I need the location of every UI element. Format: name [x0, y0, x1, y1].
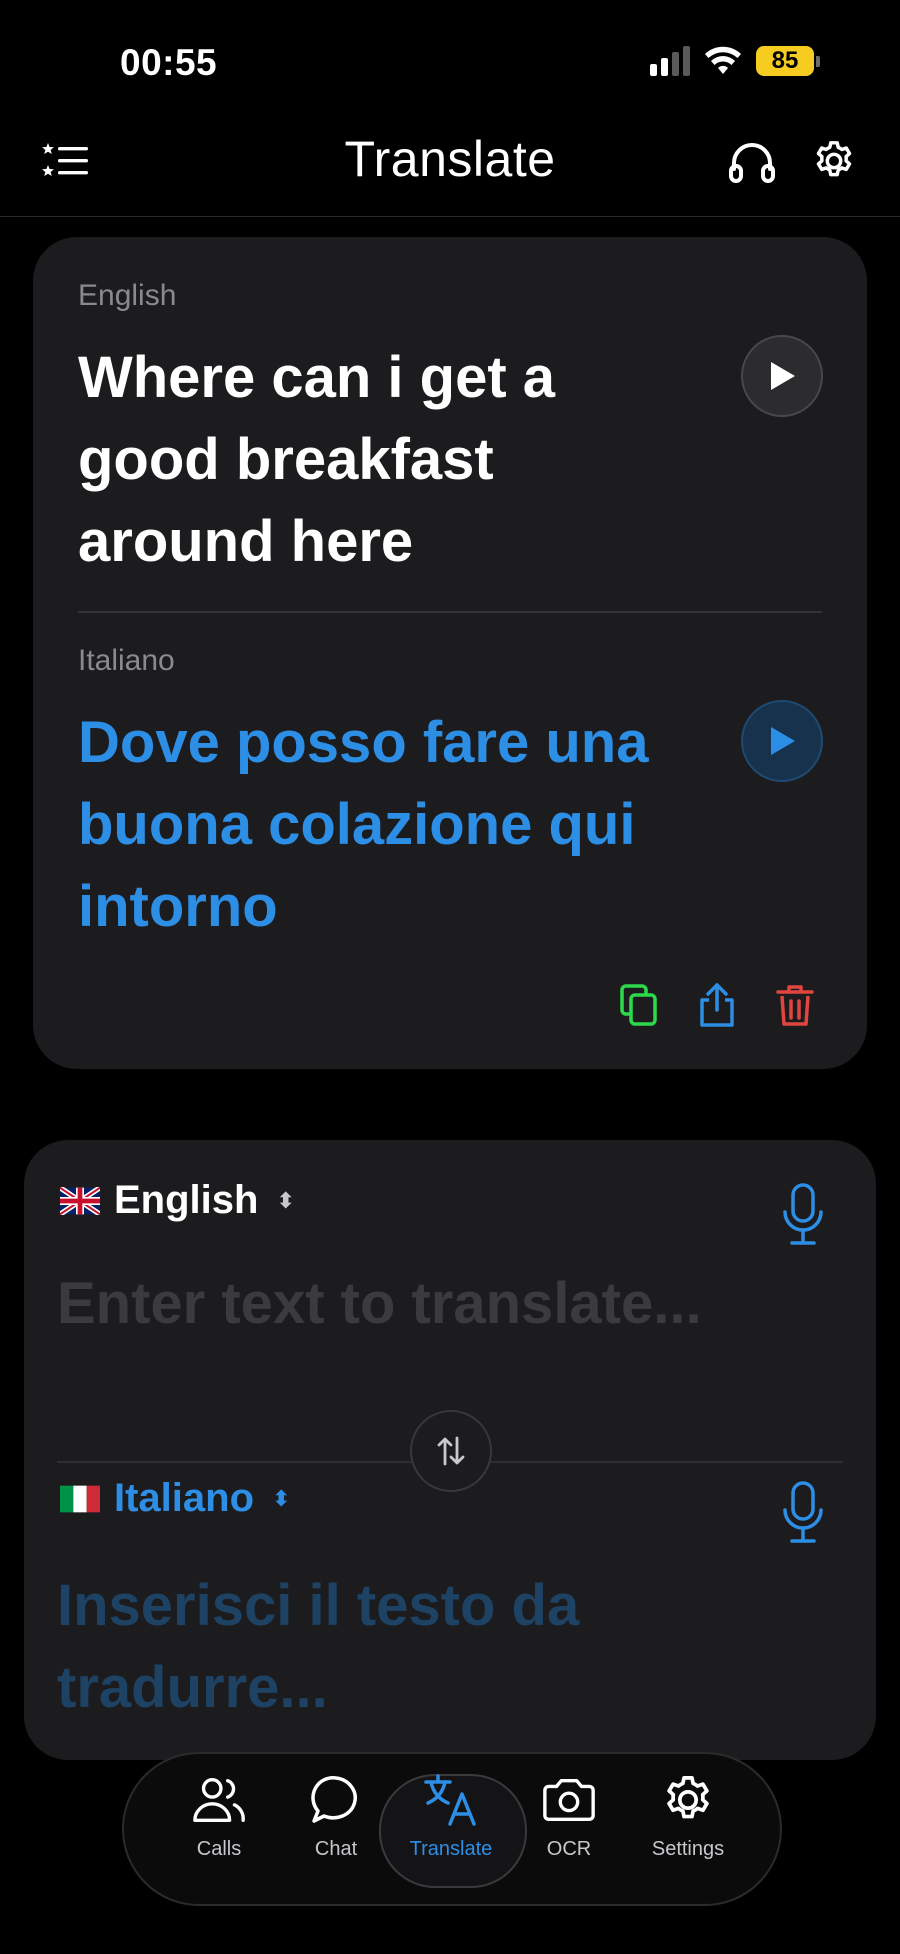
target-language-selector[interactable]: Italiano ⬍	[60, 1476, 290, 1521]
swap-languages-button[interactable]	[410, 1410, 492, 1492]
source-mic-button[interactable]	[780, 1182, 826, 1248]
copy-icon	[620, 984, 657, 1026]
headphones-button[interactable]	[727, 136, 777, 186]
tab-label: Calls	[196, 1838, 242, 1860]
uk-flag-icon	[60, 1186, 100, 1215]
source-language-name: English	[114, 1178, 259, 1222]
source-language-selector[interactable]: English ⬍	[60, 1178, 295, 1223]
delete-button[interactable]	[772, 982, 818, 1028]
share-button[interactable]	[694, 982, 740, 1028]
play-translation-button[interactable]	[741, 700, 823, 782]
chevron-updown-icon: ⬍	[272, 1485, 291, 1511]
chevron-updown-icon: ⬍	[276, 1187, 295, 1213]
copy-button[interactable]	[616, 982, 662, 1028]
translation-input-card: English ⬍ Enter text to translate... Ita…	[24, 1140, 876, 1760]
tab-settings[interactable]: Settings	[633, 1772, 743, 1882]
tab-bar: Calls Chat Translate OCR Settings	[122, 1752, 782, 1906]
status-bar: 00:55 85	[0, 0, 900, 120]
gear-icon	[816, 141, 852, 177]
status-time: 00:55	[120, 42, 218, 83]
source-text: Where can i get a good breakfast around …	[78, 345, 556, 574]
wifi-icon	[705, 46, 741, 74]
source-text-input[interactable]: Enter text to translate...	[57, 1270, 702, 1337]
translate-screen: 00:55 85 Translate English Where can i g…	[0, 0, 900, 1954]
tab-ocr[interactable]: OCR	[514, 1772, 624, 1882]
tab-translate[interactable]: Translate	[396, 1772, 506, 1882]
headphones-icon	[729, 143, 775, 183]
tab-label: Chat	[314, 1838, 358, 1860]
gear-icon	[667, 1775, 709, 1819]
translated-text: Dove posso fare una buona colazione qui …	[78, 710, 649, 939]
translate-icon	[424, 1774, 476, 1826]
tab-label: OCR	[546, 1838, 592, 1860]
tab-label: Translate	[409, 1838, 493, 1860]
tab-calls[interactable]: Calls	[164, 1772, 274, 1882]
battery-icon: 85	[756, 46, 820, 76]
people-icon	[193, 1778, 245, 1822]
share-icon	[700, 983, 734, 1027]
battery-level: 85	[756, 46, 814, 76]
target-mic-button[interactable]	[780, 1480, 826, 1546]
play-icon	[771, 727, 795, 755]
swap-arrows-icon	[437, 1436, 465, 1466]
header: Translate	[0, 120, 900, 217]
cellular-signal-icon	[650, 46, 690, 76]
chat-bubble-icon	[311, 1776, 357, 1823]
source-language-label: English	[78, 279, 177, 312]
target-language-name: Italiano	[114, 1476, 255, 1520]
translation-result-card: English Where can i get a good breakfast…	[33, 237, 867, 1069]
settings-button[interactable]	[809, 136, 859, 186]
italy-flag-icon	[60, 1485, 100, 1512]
target-language-label: Italiano	[78, 644, 175, 677]
target-text-input[interactable]: Inserisci il testo da tradurre...	[57, 1565, 657, 1729]
play-source-button[interactable]	[741, 335, 823, 417]
tab-chat[interactable]: Chat	[281, 1772, 391, 1882]
trash-icon	[776, 985, 814, 1026]
status-indicators: 85	[650, 46, 820, 76]
play-icon	[771, 362, 795, 390]
camera-icon	[543, 1779, 595, 1821]
divider	[78, 611, 822, 613]
tab-label: Settings	[651, 1838, 725, 1860]
